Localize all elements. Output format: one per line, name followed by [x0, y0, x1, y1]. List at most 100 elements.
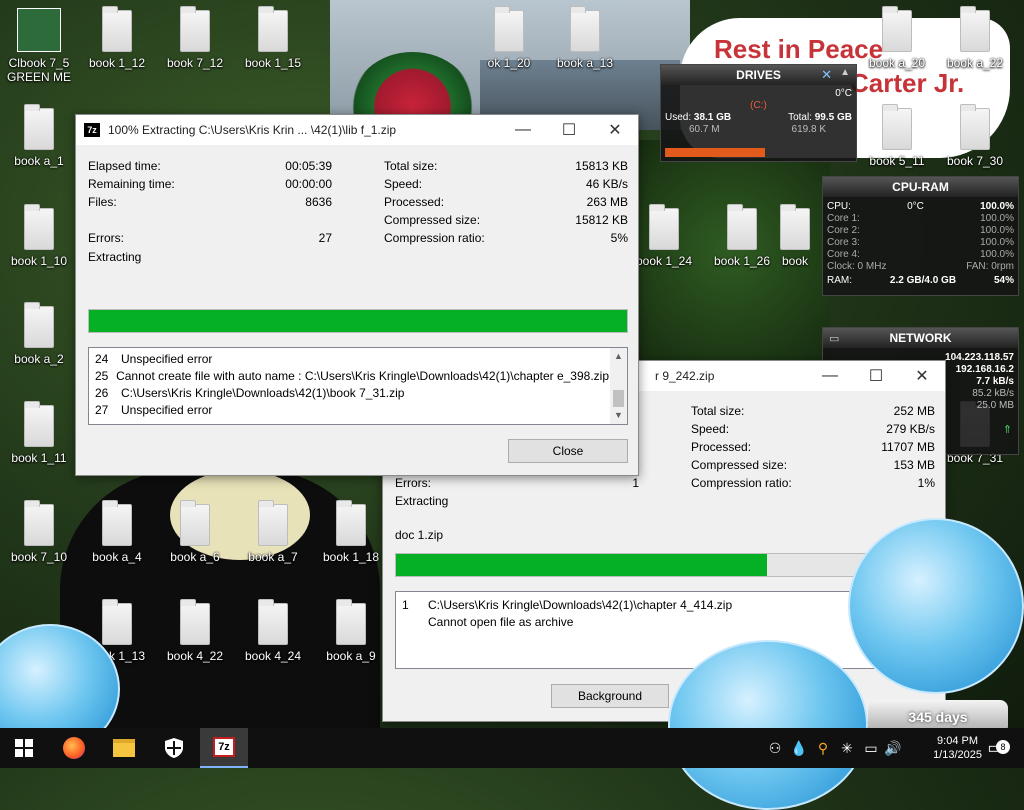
- compression-ratio-label: Compression ratio:: [691, 476, 792, 490]
- drive-letter: (C:): [750, 100, 767, 111]
- desktop-icon[interactable]: Clbook 7_5 GREEN ME: [2, 8, 76, 84]
- desktop-icon[interactable]: book 1_26: [705, 204, 779, 268]
- maximize-button[interactable]: ☐: [853, 361, 899, 391]
- 7zip-taskbar-button[interactable]: 7z: [200, 728, 248, 768]
- close-window-button[interactable]: ✕: [899, 361, 945, 391]
- scroll-down-icon[interactable]: ▼: [610, 407, 627, 424]
- icon-label: book: [781, 254, 809, 268]
- errors-label: Errors:: [395, 476, 431, 490]
- log-scrollbar[interactable]: ▲ ▼: [610, 348, 627, 424]
- file-explorer-taskbar-button[interactable]: [100, 728, 148, 768]
- network-tray-icon[interactable]: ▭: [860, 728, 882, 768]
- snowflake-icon[interactable]: ✳: [836, 728, 858, 768]
- water-drop-icon[interactable]: 💧: [788, 728, 810, 768]
- desktop-icon[interactable]: book a_9: [314, 599, 388, 663]
- log-text: Unspecified error: [121, 351, 213, 366]
- scroll-thumb[interactable]: [613, 390, 624, 407]
- folder-icon: [180, 6, 210, 52]
- taskbar-clock[interactable]: 9:04 PM 1/13/2025: [933, 734, 982, 762]
- desktop-icon[interactable]: book a_6: [158, 500, 232, 564]
- files-value: 8636: [305, 195, 332, 209]
- start-button[interactable]: [0, 728, 48, 768]
- total-label: Total:: [788, 112, 812, 123]
- scroll-up-icon[interactable]: ▲: [610, 348, 627, 365]
- desktop-icon[interactable]: book a_22: [938, 6, 1012, 70]
- log-line: 27 Unspecified error: [89, 401, 609, 418]
- desktop-icon[interactable]: book 1_18: [314, 500, 388, 564]
- collapse-icon[interactable]: ▲: [840, 67, 850, 78]
- icon-label: book 7_10: [10, 550, 68, 564]
- desktop-icon[interactable]: book 7_10: [2, 500, 76, 564]
- background-button[interactable]: Background: [551, 684, 669, 708]
- volume-icon[interactable]: 🔊: [882, 728, 904, 768]
- folder-icon: [336, 500, 366, 546]
- firefox-taskbar-button[interactable]: [50, 728, 98, 768]
- titlebar[interactable]: 7z 100% Extracting C:\Users\Kris Krin ..…: [76, 115, 638, 145]
- desktop-icon[interactable]: book: [770, 204, 820, 268]
- people-icon[interactable]: ⚇: [764, 728, 786, 768]
- folder-icon: [102, 6, 132, 52]
- core-value: 100.0%: [980, 225, 1014, 236]
- security-taskbar-button[interactable]: [150, 728, 198, 768]
- compressed-size-label: Compressed size:: [384, 213, 481, 227]
- desktop-icon[interactable]: book a_1: [2, 104, 76, 168]
- clock-time: 9:04 PM: [937, 735, 979, 747]
- desktop-icon[interactable]: book 1_11: [2, 401, 76, 465]
- folder-icon: [727, 204, 757, 250]
- elapsed-time-value: 00:05:39: [285, 159, 332, 173]
- desktop-icon[interactable]: book 4_24: [236, 599, 310, 663]
- total-size-value: 252 MB: [893, 404, 935, 418]
- icon-label: book 1_11: [11, 451, 67, 465]
- total-value: 99.5 GB: [814, 112, 852, 123]
- desktop-icon[interactable]: book 1_12: [80, 6, 154, 70]
- notification-center-button[interactable]: ▭ 8: [980, 728, 1010, 768]
- folder-icon: [494, 6, 524, 52]
- remaining-time-label: Remaining time:: [88, 177, 175, 191]
- network-widget-title: NETWORK: [823, 328, 1018, 348]
- error-log[interactable]: 24 Unspecified error 25 Cannot create file…: [88, 347, 628, 425]
- icon-label: GREEN ME: [6, 70, 71, 84]
- processed-label: Processed:: [691, 440, 752, 454]
- icon-label: book a_6: [170, 550, 220, 564]
- desktop-icon[interactable]: book 7_12: [158, 6, 232, 70]
- icon-label: book 1_18: [322, 550, 380, 564]
- used-value: 38.1 GB: [693, 112, 732, 123]
- desktop-icon[interactable]: book 5_11: [860, 104, 934, 168]
- compressed-size-value: 153 MB: [893, 458, 935, 472]
- internal-ip: 192.168.16.2: [955, 364, 1014, 375]
- desktop-icon[interactable]: book 7_30: [938, 104, 1012, 168]
- close-button[interactable]: Close: [508, 439, 628, 463]
- desktop-icon[interactable]: book a_7: [236, 500, 310, 564]
- cpu-temp: 0°C: [907, 201, 924, 212]
- cpu-clock: Clock: 0 MHz: [827, 261, 887, 272]
- maximize-button[interactable]: ☐: [546, 115, 592, 145]
- progress-fill: [89, 310, 627, 332]
- desktop-icon[interactable]: book a_13: [548, 6, 622, 70]
- log-number: 25: [95, 368, 109, 383]
- shield-icon: [165, 738, 183, 758]
- ram-value: 2.2 GB/4.0 GB: [889, 275, 957, 286]
- files-label: Files:: [88, 195, 117, 209]
- search-icon[interactable]: ⚲: [812, 728, 834, 768]
- desktop-icon[interactable]: book 4_22: [158, 599, 232, 663]
- green-me-icon: [17, 8, 61, 52]
- desktop-icon[interactable]: book a_4: [80, 500, 154, 564]
- minimize-button[interactable]: —: [807, 361, 853, 391]
- minimize-button[interactable]: —: [500, 115, 546, 145]
- taskbar: 7z ⚇ 💧 ⚲ ✳ ▭ 🔊 9:04 PM 1/13/2025 ▭ 8: [0, 728, 1024, 768]
- desktop-icon[interactable]: ok 1_20: [472, 6, 546, 70]
- firefox-icon: [63, 737, 85, 759]
- desktop-icon[interactable]: book a_20: [860, 6, 934, 70]
- snow-globe-right: [848, 518, 1024, 694]
- close-window-button[interactable]: ✕: [592, 115, 638, 145]
- window-title: 100% Extracting C:\Users\Kris Krin ... \…: [108, 123, 397, 137]
- icon-label: book 7_30: [946, 154, 1004, 168]
- desktop-icon[interactable]: book 1_10: [2, 204, 76, 268]
- core-value: 100.0%: [980, 213, 1014, 224]
- tools-icon[interactable]: ✕: [821, 67, 832, 83]
- desktop-icon[interactable]: book a_2: [2, 302, 76, 366]
- desktop-icon[interactable]: book 1_15: [236, 6, 310, 70]
- folder-icon: [24, 302, 54, 348]
- 7zip-app-icon: 7z: [84, 123, 100, 137]
- errors-value: 1: [632, 476, 639, 490]
